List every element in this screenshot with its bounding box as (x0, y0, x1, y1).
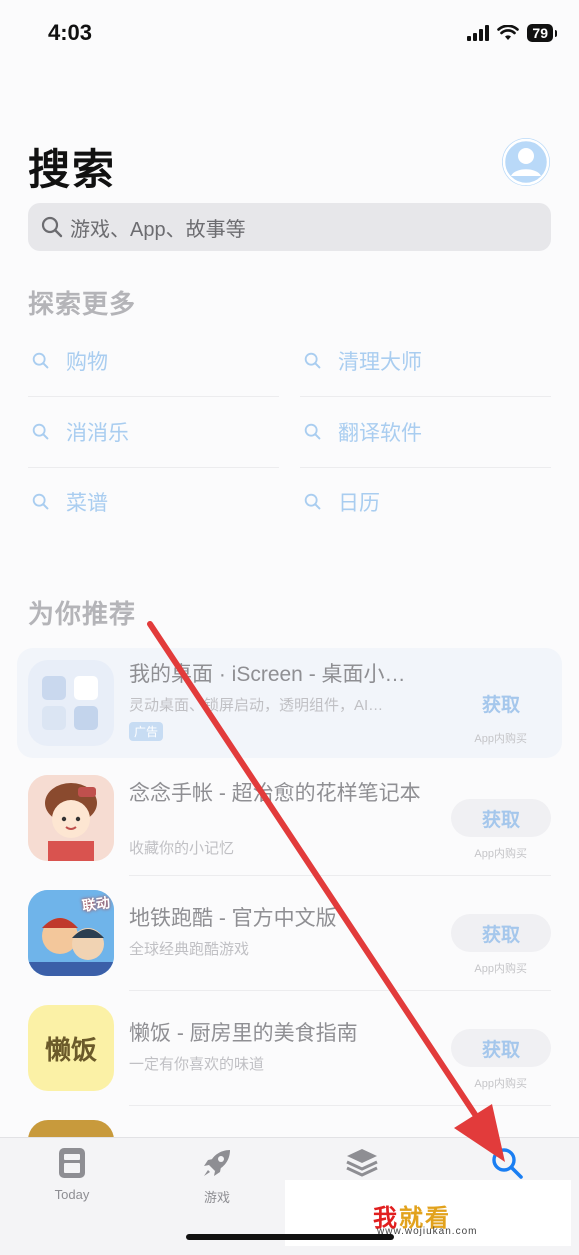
lanfan-icon-text: 懒饭 (44, 1034, 97, 1065)
cellular-signal-icon (467, 25, 490, 41)
rocket-icon (204, 1150, 230, 1176)
explore-item-label: 购物 (66, 351, 108, 374)
explore-item-label: 清理大师 (338, 351, 422, 374)
get-button[interactable]: 获取 (451, 914, 551, 952)
iscreen-app-icon[interactable] (28, 660, 114, 746)
app-name[interactable]: 懒饭 - 厨房里的美食指南 (129, 1021, 449, 1047)
explore-item-label: 翻译软件 (338, 422, 422, 445)
girl-illustration-icon (28, 775, 114, 861)
search-input[interactable]: 游戏、App、故事等 (70, 213, 246, 242)
search-icon (304, 423, 321, 440)
home-indicator (186, 1234, 394, 1240)
app-subtitle: 一定有你喜欢的味道 (129, 1056, 265, 1073)
app-name[interactable]: 念念手帐 - 超治愈的花样笔记本 (129, 781, 449, 807)
apps-stack-icon (346, 1149, 378, 1177)
search-icon (32, 493, 49, 510)
search-icon (492, 1148, 523, 1179)
in-app-purchase-note: App内购买 (474, 733, 527, 745)
search-field[interactable]: 游戏、App、故事等 (28, 203, 551, 251)
today-icon (59, 1148, 85, 1178)
in-app-purchase-note: App内购买 (474, 1078, 527, 1090)
collab-badge-text: 联动 (81, 894, 111, 914)
status-time: 4:03 (48, 20, 93, 45)
ad-badge: 广告 (129, 722, 164, 741)
explore-item-recipes[interactable]: 菜谱 (28, 467, 279, 537)
explore-item-translator[interactable]: 翻译软件 (300, 397, 551, 468)
in-app-purchase-note: App内购买 (474, 848, 527, 860)
app-subtitle: 收藏你的小记忆 (129, 840, 235, 857)
widget-grid-icon (42, 676, 98, 730)
tab-today[interactable]: Today (27, 1146, 117, 1202)
recommend-section-title: 为你推荐 (28, 599, 137, 629)
lanfan-app-icon[interactable]: 懒饭 (28, 1005, 114, 1091)
tab-label: 游戏 (203, 1190, 230, 1205)
person-icon (502, 138, 550, 186)
explore-item-match3[interactable]: 消消乐 (28, 397, 279, 468)
explore-item-cleaner[interactable]: 清理大师 (300, 326, 551, 397)
subway-surfers-app-icon[interactable]: 联动 (28, 890, 114, 976)
in-app-purchase-note: App内购买 (474, 963, 527, 975)
search-icon (304, 352, 321, 369)
row-divider (129, 875, 551, 876)
explore-item-label: 消消乐 (66, 422, 129, 445)
search-icon (32, 352, 49, 369)
explore-item-shopping[interactable]: 购物 (28, 326, 279, 397)
get-button[interactable]: 获取 (451, 799, 551, 837)
get-button[interactable]: 获取 (451, 1029, 551, 1067)
wifi-icon (497, 25, 520, 40)
account-avatar-button[interactable] (502, 138, 550, 186)
search-icon (32, 423, 49, 440)
row-divider (129, 1105, 551, 1106)
app-row-subway-surfers[interactable]: 联动 地铁跑酷 - 官方中文版 全球经典跑酷游戏 获取 App内购买 (28, 890, 551, 1005)
tab-games[interactable]: 游戏 (172, 1146, 262, 1206)
app-row-niannian[interactable]: 念念手帐 - 超治愈的花样笔记本 收藏你的小记忆 获取 App内购买 (28, 775, 551, 890)
row-divider (129, 990, 551, 991)
page-title: 搜索 (28, 146, 117, 193)
app-name[interactable]: 我的桌面 · iScreen - 桌面小… (129, 662, 449, 688)
app-row-lanfan[interactable]: 懒饭 懒饭 - 厨房里的美食指南 一定有你喜欢的味道 获取 App内购买 (28, 1005, 551, 1120)
search-icon (304, 493, 321, 510)
status-icons: 79 (467, 24, 557, 42)
search-icon (41, 216, 63, 238)
ad-card[interactable]: 我的桌面 · iScreen - 桌面小… 灵动桌面、锁屏启动，透明组件，AI…… (17, 648, 562, 758)
explore-item-calendar[interactable]: 日历 (300, 467, 551, 537)
explore-item-label: 菜谱 (66, 492, 108, 515)
app-name[interactable]: 地铁跑酷 - 官方中文版 (129, 906, 449, 932)
niannian-app-icon[interactable] (28, 775, 114, 861)
app-subtitle: 灵动桌面、锁屏启动，透明组件，AI… (129, 697, 384, 714)
tab-label: Today (54, 1187, 90, 1202)
status-bar: 4:03 79 (0, 0, 579, 70)
explore-item-label: 日历 (338, 492, 380, 515)
battery-indicator: 79 (527, 24, 557, 42)
explore-section-title: 探索更多 (28, 289, 137, 319)
app-subtitle: 全球经典跑酷游戏 (129, 941, 250, 958)
get-button[interactable]: 获取 (451, 684, 551, 722)
